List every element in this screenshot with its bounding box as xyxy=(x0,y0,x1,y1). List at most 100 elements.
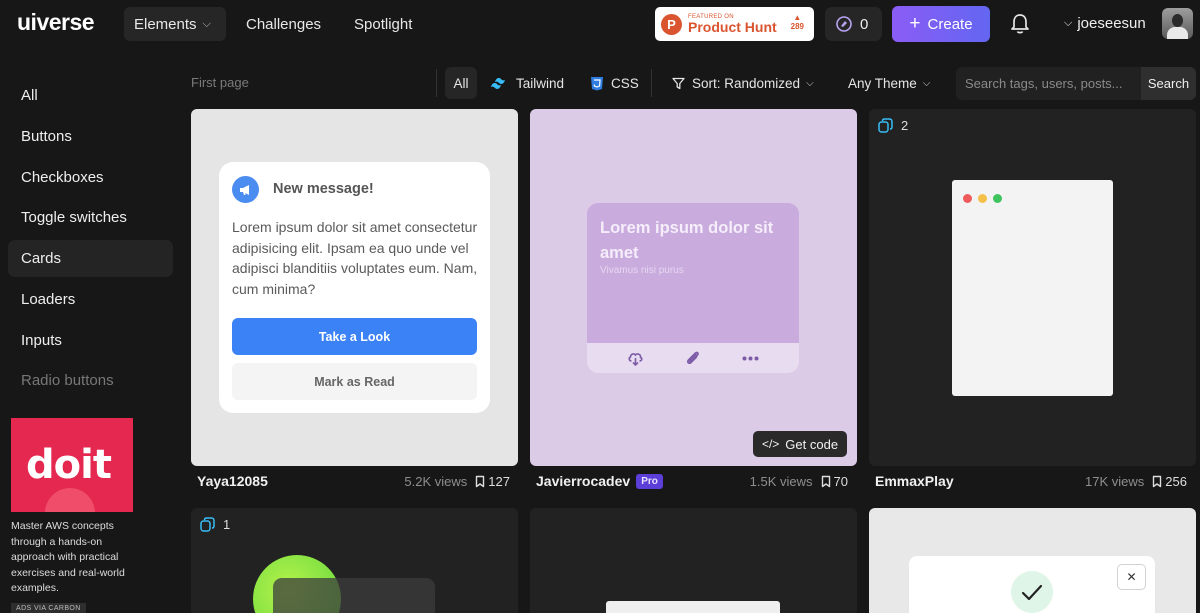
logo-text: uiverse xyxy=(17,9,95,35)
card-meta: Yaya12085 5.2K views 127 xyxy=(197,470,510,492)
author-name[interactable]: EmmaxPlay xyxy=(875,473,954,489)
user-menu[interactable]: ⌵ joeseesun xyxy=(1064,15,1146,32)
uiverse-logo[interactable]: uiverse xyxy=(17,9,95,36)
elements-label: Elements xyxy=(134,15,197,33)
window-dot-green xyxy=(993,194,1002,203)
author-name[interactable]: Yaya12085 xyxy=(197,473,268,489)
filter-all[interactable]: All xyxy=(445,67,477,99)
preview-element xyxy=(606,601,780,613)
sort-dropdown[interactable]: Sort: Randomized ⌵ xyxy=(672,67,814,99)
coins-counter[interactable]: 0 xyxy=(825,7,882,41)
window-preview xyxy=(952,180,1113,396)
chevron-down-icon: ⌵ xyxy=(1064,17,1073,29)
filter-tailwind[interactable]: Tailwind xyxy=(490,67,564,99)
spotlight-link[interactable]: Spotlight xyxy=(354,7,412,41)
product-hunt-count: 289 xyxy=(790,22,804,31)
search-bar: Search xyxy=(956,67,1196,100)
filter-css[interactable]: CSS xyxy=(590,67,639,99)
ad-text[interactable]: Master AWS concepts through a hands-on a… xyxy=(11,519,133,597)
more-dots-icon xyxy=(742,356,759,360)
sidebar-item-buttons[interactable]: Buttons xyxy=(8,118,173,155)
divider xyxy=(651,69,652,97)
element-card-preview[interactable] xyxy=(530,508,857,613)
ad-logo-text: doit xyxy=(26,442,112,488)
element-card-preview[interactable]: New message! Lorem ipsum dolor sit amet … xyxy=(191,109,518,466)
variant-count: 2 xyxy=(901,118,909,133)
chevron-down-icon: ⌵ xyxy=(806,77,814,89)
filter-tailwind-label: Tailwind xyxy=(516,75,565,91)
preview-title: New message! xyxy=(273,181,374,197)
search-button[interactable]: Search xyxy=(1141,67,1196,100)
css-icon xyxy=(590,76,604,91)
element-card-preview[interactable]: 1 xyxy=(191,508,518,613)
elements-menu[interactable]: Elements ⌵ xyxy=(124,7,226,41)
save-count: 256 xyxy=(1165,473,1187,489)
top-navigation: uiverse Elements ⌵ Challenges Spotlight … xyxy=(0,0,1200,48)
upvote-icon: ▲ xyxy=(793,13,802,22)
challenges-link[interactable]: Challenges xyxy=(246,7,321,41)
product-hunt-icon: P xyxy=(661,13,682,35)
variants-indicator: 2 xyxy=(878,118,908,133)
filter-funnel-icon xyxy=(672,77,685,90)
preview-subtitle: Vivamus nisi purus xyxy=(600,265,684,276)
author-name[interactable]: Javierrocadev xyxy=(536,473,630,489)
ad-via-label[interactable]: ADS VIA CARBON xyxy=(11,602,86,613)
check-icon xyxy=(1011,571,1053,613)
sidebar-item-inputs[interactable]: Inputs xyxy=(8,322,173,359)
product-hunt-badge[interactable]: P FEATURED ON Product Hunt ▲ 289 xyxy=(655,7,814,41)
theme-label: Any Theme xyxy=(848,75,917,91)
save-count: 127 xyxy=(488,473,510,489)
sidebar-item-checkboxes[interactable]: Checkboxes xyxy=(8,159,173,196)
take-a-look-button[interactable]: Take a Look xyxy=(232,318,477,355)
card-meta: EmmaxPlay 17K views 256 xyxy=(875,470,1187,492)
product-hunt-name: Product Hunt xyxy=(688,18,777,35)
glass-preview-panel xyxy=(273,578,435,613)
page-indicator: First page xyxy=(191,75,249,90)
variant-count: 1 xyxy=(223,517,231,532)
element-card-preview[interactable]: Lorem ipsum dolor sit amet Vivamus nisi … xyxy=(530,109,857,466)
sidebar-item-toggle-switches[interactable]: Toggle switches xyxy=(8,199,173,236)
tailwind-icon xyxy=(490,77,509,89)
save-count: 70 xyxy=(833,473,848,489)
close-icon[interactable]: ✕ xyxy=(1117,564,1146,590)
view-count: 1.5K views xyxy=(749,473,813,489)
chevron-down-icon: ⌵ xyxy=(202,17,211,30)
element-card-preview[interactable]: ✕ xyxy=(869,508,1196,613)
bell-icon[interactable] xyxy=(1010,13,1030,35)
view-count: 5.2K views xyxy=(404,473,468,489)
preview-action-bar xyxy=(587,343,799,373)
get-code-button[interactable]: </> Get code xyxy=(753,431,847,457)
save-button[interactable]: 256 xyxy=(1152,474,1187,489)
search-input[interactable] xyxy=(956,67,1141,100)
mark-as-read-button[interactable]: Mark as Read xyxy=(232,363,477,400)
plus-icon: + xyxy=(909,13,921,34)
ad-image[interactable]: doit xyxy=(11,418,133,512)
element-card-preview[interactable]: 2 xyxy=(869,109,1196,466)
coins-value: 0 xyxy=(860,15,869,33)
megaphone-icon xyxy=(232,176,259,203)
create-button[interactable]: + Create xyxy=(892,6,990,42)
sidebar-item-all[interactable]: All xyxy=(8,77,173,114)
notification-card-preview: New message! Lorem ipsum dolor sit amet … xyxy=(219,162,490,413)
carbon-ad[interactable]: doit Master AWS concepts through a hands… xyxy=(11,418,133,613)
sidebar-item-radio-buttons[interactable]: Radio buttons xyxy=(8,362,173,399)
sidebar-item-cards[interactable]: Cards xyxy=(8,240,173,277)
variants-icon xyxy=(878,118,893,133)
avatar[interactable] xyxy=(1162,8,1193,39)
sidebar-item-loaders[interactable]: Loaders xyxy=(8,281,173,318)
create-label: Create xyxy=(927,15,973,33)
theme-dropdown[interactable]: Any Theme ⌵ xyxy=(848,67,930,99)
preview-title: Lorem ipsum dolor sit amet xyxy=(600,219,774,262)
save-button[interactable]: 70 xyxy=(821,474,848,489)
bookmark-icon xyxy=(476,475,485,487)
save-button[interactable]: 127 xyxy=(475,474,510,489)
preview-message: Lorem ipsum dolor sit amet consectetur a… xyxy=(232,219,478,297)
variants-indicator: 1 xyxy=(200,517,230,532)
chevron-down-icon: ⌵ xyxy=(922,77,931,89)
window-dot-red xyxy=(963,194,972,203)
download-icon xyxy=(628,352,643,366)
paperclip-icon xyxy=(686,351,699,365)
filter-css-label: CSS xyxy=(611,75,639,91)
toast-preview: ✕ xyxy=(909,556,1155,613)
card-meta: Javierrocadev Pro 1.5K views 70 xyxy=(536,470,848,492)
